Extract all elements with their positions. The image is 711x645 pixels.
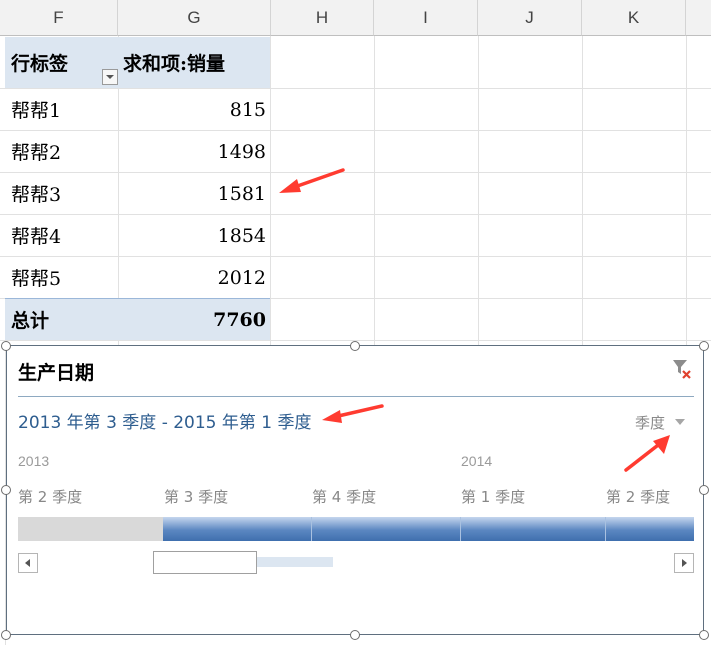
- timeline-quarter-label: 第 2 季度: [18, 488, 83, 506]
- resize-handle[interactable]: [350, 630, 360, 640]
- pivot-row-label[interactable]: 帮帮2: [5, 131, 118, 172]
- resize-handle[interactable]: [1, 630, 11, 640]
- pivot-row-value[interactable]: 1581: [119, 173, 270, 214]
- column-header-f[interactable]: F: [0, 0, 118, 36]
- timeline-quarter-label: 第 3 季度: [164, 488, 229, 506]
- resize-handle[interactable]: [699, 630, 709, 640]
- pivot-row-label[interactable]: 帮帮4: [5, 215, 118, 256]
- chevron-down-icon[interactable]: [675, 419, 685, 425]
- timeline-period-divider: [311, 517, 312, 541]
- resize-handle[interactable]: [699, 485, 709, 495]
- chevron-right-icon: [682, 559, 687, 567]
- annotation-arrow-icon: [279, 168, 345, 193]
- value-header-text: 求和项:销量: [123, 53, 226, 75]
- timeline-title: 生产日期: [18, 362, 95, 384]
- resize-handle[interactable]: [1, 341, 11, 351]
- column-header-next[interactable]: [686, 0, 711, 36]
- pivot-value-header[interactable]: 求和项:销量: [119, 37, 270, 88]
- timeline-quarter-label: 第 1 季度: [461, 488, 526, 506]
- timeline-year-label: 2014: [461, 453, 493, 469]
- timeline-header-divider: [18, 396, 694, 397]
- pivot-total-label[interactable]: 总计: [5, 298, 119, 340]
- timeline-period-unselected[interactable]: [18, 517, 163, 541]
- column-header-j[interactable]: J: [478, 0, 582, 36]
- resize-handle[interactable]: [699, 341, 709, 351]
- timeline-selected-range: 2013 年第 3 季度 - 2015 年第 1 季度: [18, 413, 312, 433]
- timeline-quarter-label: 第 4 季度: [312, 488, 377, 506]
- timeline-quarter-label: 第 2 季度: [606, 488, 671, 506]
- column-header-i[interactable]: I: [374, 0, 478, 36]
- scrollbar-track[interactable]: [257, 557, 333, 567]
- row-labels-text: 行标签: [11, 53, 69, 75]
- column-header-g[interactable]: G: [118, 0, 271, 36]
- scrollbar-thumb[interactable]: [153, 551, 257, 574]
- timeline-period-divider: [605, 517, 606, 541]
- timeline-selection-bar[interactable]: [163, 517, 694, 541]
- timeline-year-label: 2013: [18, 453, 50, 469]
- pivot-row-value[interactable]: 2012: [119, 257, 270, 298]
- pivot-row-label[interactable]: 帮帮3: [5, 173, 118, 214]
- annotation-arrow-icon: [322, 404, 384, 423]
- resize-handle[interactable]: [1, 485, 11, 495]
- column-header-k[interactable]: K: [582, 0, 686, 36]
- timeline-period-divider: [460, 517, 461, 541]
- pivot-row-value[interactable]: 1854: [119, 215, 270, 256]
- timeline-slicer[interactable]: 生产日期 2013 年第 3 季度 - 2015 年第 1 季度 季度 2013…: [6, 345, 704, 635]
- clear-filter-icon[interactable]: [671, 358, 693, 380]
- pivot-row-value[interactable]: 815: [119, 89, 270, 130]
- chevron-left-icon: [25, 559, 30, 567]
- pivot-row-label[interactable]: 帮帮1: [5, 89, 118, 130]
- pivot-row-value[interactable]: 1498: [119, 131, 270, 172]
- resize-handle[interactable]: [350, 341, 360, 351]
- row-labels-filter-button[interactable]: [102, 69, 118, 85]
- pivot-row-label[interactable]: 帮帮5: [5, 257, 118, 298]
- scroll-left-button[interactable]: [18, 553, 38, 573]
- annotation-arrow-icon: [624, 435, 670, 472]
- column-header-h[interactable]: H: [271, 0, 374, 36]
- pivot-total-value[interactable]: 7760: [119, 298, 270, 340]
- scroll-right-button[interactable]: [674, 553, 694, 573]
